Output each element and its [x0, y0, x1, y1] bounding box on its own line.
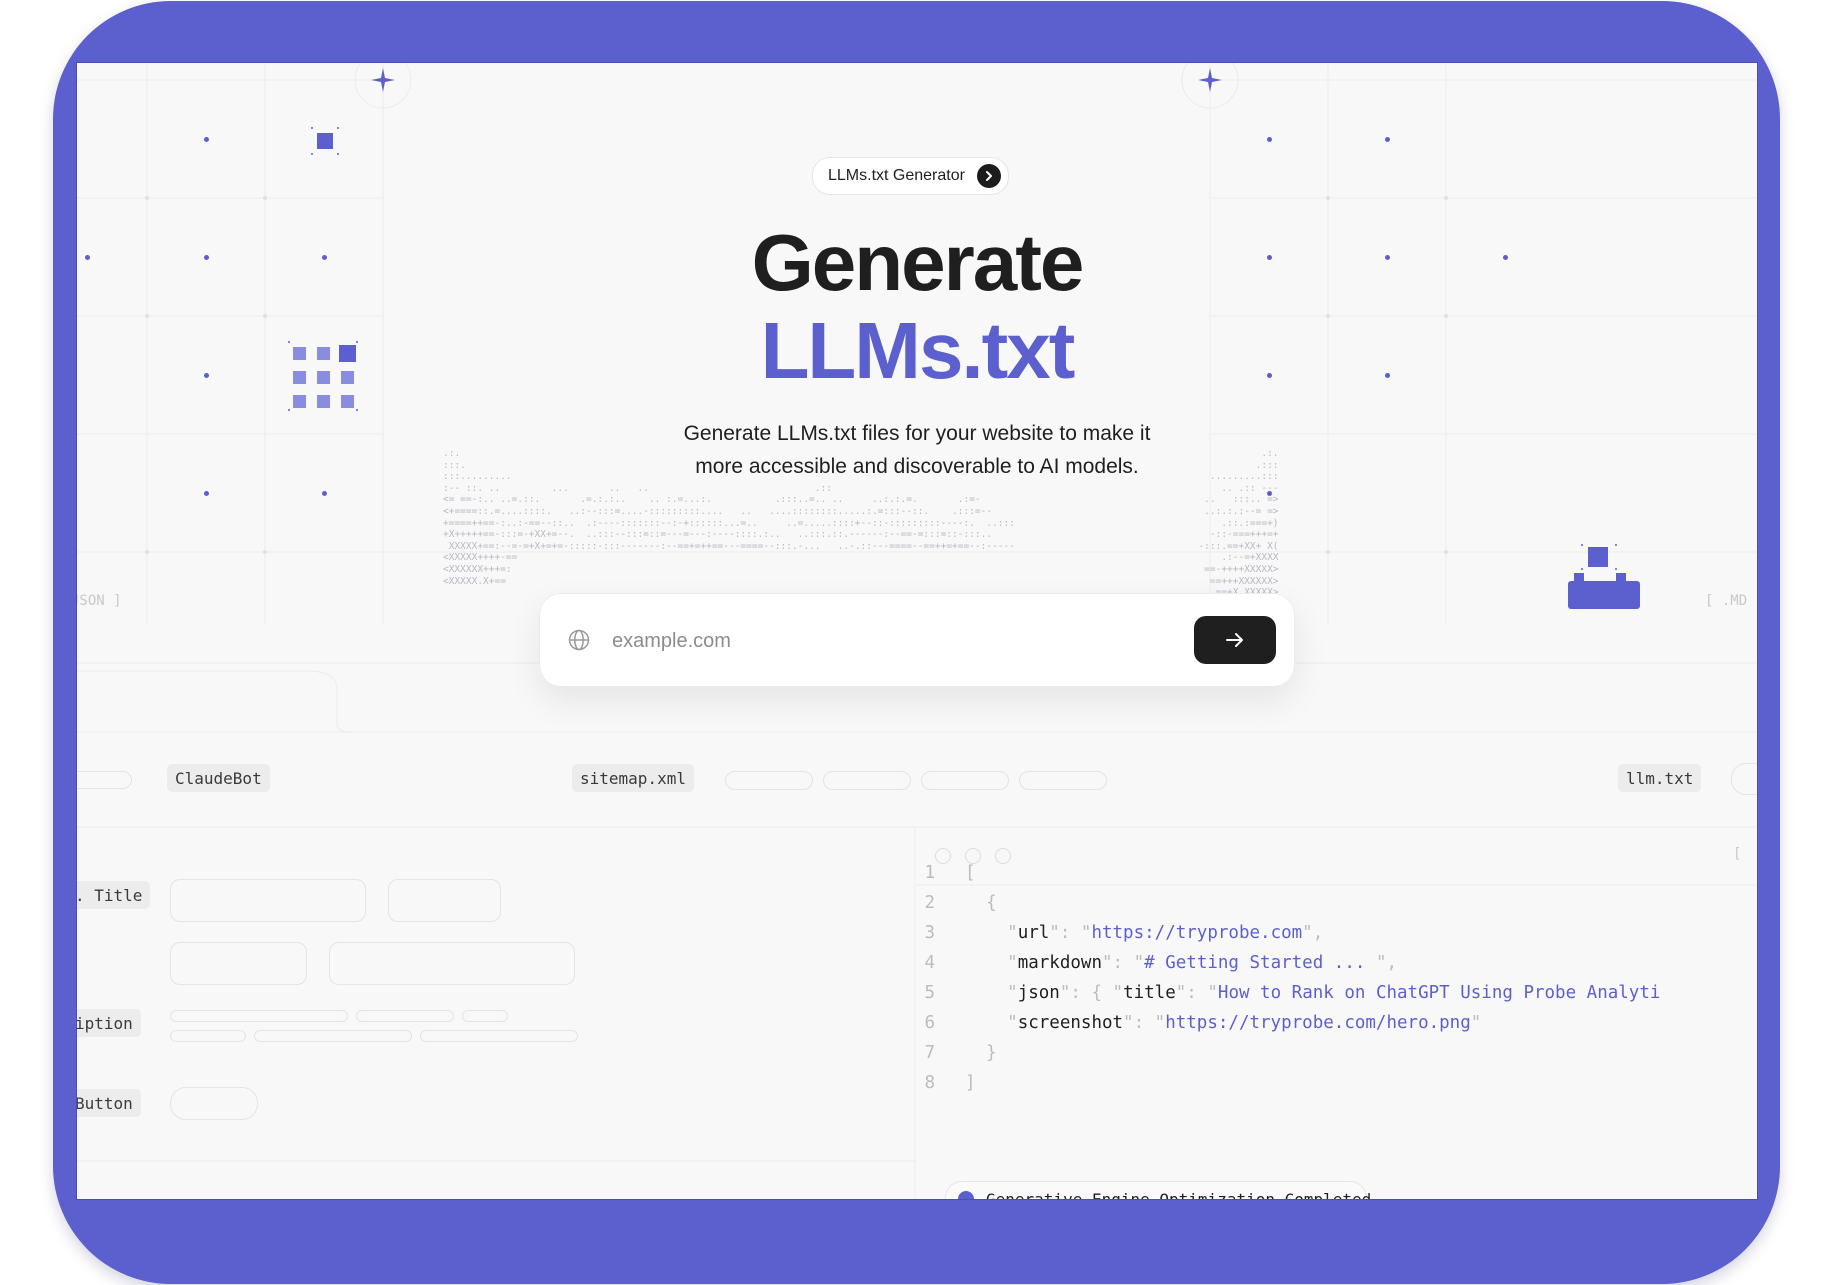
- arrow-right-icon: [1226, 633, 1243, 647]
- placeholder-pill: [823, 771, 911, 790]
- subtitle-line-1: Generate LLMs.txt files for your website…: [683, 422, 1151, 445]
- code-token: ",: [1365, 953, 1398, 973]
- grid-dot: [204, 491, 209, 496]
- code-token: ": [965, 923, 1018, 943]
- form-label-description: iption: [77, 1009, 141, 1037]
- code-token: title: [1123, 983, 1176, 1003]
- code-token: ": [1470, 1013, 1482, 1033]
- code-token: How to Rank on ChatGPT Using Probe Analy…: [1217, 983, 1661, 1003]
- claudebot-chip: ClaudeBot: [167, 764, 270, 792]
- code-token: }: [965, 1043, 997, 1063]
- generator-badge[interactable]: LLMs.txt Generator: [812, 157, 1009, 195]
- placeholder-pill: [420, 1030, 578, 1042]
- badge-label: LLMs.txt Generator: [828, 167, 965, 184]
- placeholder-pill: [170, 1010, 348, 1022]
- generate-submit-button[interactable]: [1194, 616, 1276, 664]
- pixel-character-icon: [1568, 544, 1640, 609]
- subtitle-line-2: more accessible and discoverable to AI m…: [695, 455, 1139, 478]
- ghost-input: [329, 942, 575, 985]
- code-text: "url": "https://tryprobe.com",: [965, 923, 1323, 943]
- code-text: [: [965, 863, 976, 883]
- llm-txt-chip: llm.txt: [1618, 764, 1702, 792]
- code-token: https://tryprobe.com/hero.png: [1165, 1013, 1471, 1033]
- placeholder-pill: [725, 771, 813, 790]
- grid-dot: [1385, 137, 1390, 142]
- ghost-button: [170, 1087, 258, 1120]
- ghost-input: [170, 942, 307, 985]
- code-token: ": ": [1101, 953, 1145, 973]
- code-token: markdown: [1017, 953, 1102, 973]
- screen: JSON ] [ .MD .:. :::. :::......... :-- :…: [76, 62, 1758, 1200]
- form-label-button: Button: [77, 1089, 141, 1117]
- line-number: 2: [924, 893, 935, 913]
- headline-line-2: LLMs.txt: [760, 306, 1076, 395]
- line-number: 6: [924, 1013, 935, 1033]
- code-text: "markdown": "# Getting Started ... ",: [965, 953, 1397, 973]
- search-box: [539, 593, 1295, 687]
- code-token: ": [965, 983, 1018, 1003]
- code-token: url: [1017, 923, 1050, 943]
- placeholder-pill: [462, 1010, 508, 1022]
- hero-subtitle: Generate LLMs.txt files for your website…: [77, 417, 1757, 483]
- status-pill: Generative Engine Optimization Completed: [945, 1181, 1371, 1199]
- status-indicator-icon: [958, 1191, 974, 1199]
- line-number: 8: [924, 1073, 935, 1093]
- code-token: # Getting Started ...: [1144, 953, 1366, 973]
- sparkle-icon: [1198, 68, 1222, 92]
- code-token: ]: [965, 1073, 976, 1093]
- code-text: "json": { "title": "How to Rank on ChatG…: [965, 983, 1660, 1003]
- line-number: 4: [924, 953, 935, 973]
- line-number: 5: [924, 983, 935, 1003]
- grid-dot: [204, 137, 209, 142]
- sparkle-icon: [371, 68, 395, 92]
- chevron-right-icon: [976, 164, 1001, 188]
- globe-icon: [568, 629, 590, 651]
- code-token: ": [965, 953, 1018, 973]
- code-text: "screenshot": "https://tryprobe.com/hero…: [965, 1013, 1481, 1033]
- line-number: 7: [924, 1043, 935, 1063]
- code-token: [: [965, 863, 976, 883]
- status-text: Generative Engine Optimization Completed: [986, 1190, 1372, 1200]
- code-token: ": ": [1123, 1013, 1166, 1033]
- code-token: ": { ": [1059, 983, 1124, 1003]
- placeholder-pill: [921, 771, 1009, 790]
- placeholder-pill: [1731, 763, 1757, 795]
- placeholder-pill: [1019, 771, 1107, 790]
- json-side-label: JSON ]: [76, 593, 122, 609]
- code-text: }: [965, 1043, 997, 1063]
- grid-dot: [322, 491, 327, 496]
- url-input[interactable]: [610, 622, 1134, 660]
- code-token: https://tryprobe.com: [1091, 923, 1303, 943]
- code-token: json: [1017, 983, 1060, 1003]
- code-token: ": ": [1175, 983, 1218, 1003]
- placeholder-pill: [356, 1010, 454, 1022]
- md-side-label: [ .MD: [1705, 593, 1748, 609]
- ghost-input: [170, 879, 366, 922]
- grid-dot: [1267, 137, 1272, 142]
- sitemap-chip: sitemap.xml: [572, 764, 694, 792]
- placeholder-pill: [170, 1030, 246, 1042]
- code-text: ]: [965, 1073, 976, 1093]
- ghost-input: [388, 879, 501, 922]
- code-token: {: [965, 893, 997, 913]
- line-number: 1: [924, 863, 935, 883]
- code-token: ": [965, 1013, 1018, 1033]
- code-text: {: [965, 893, 997, 913]
- headline-line-1: Generate: [751, 218, 1085, 307]
- code-token: screenshot: [1017, 1013, 1124, 1033]
- placeholder-pill: [77, 771, 132, 789]
- form-label-title: . Title: [77, 881, 151, 909]
- code-preview: 1[2 {3 "url": "https://tryprobe.com", 4 "…: [915, 827, 1757, 1199]
- code-token: ",: [1302, 923, 1324, 943]
- placeholder-pill: [254, 1030, 412, 1042]
- code-token: ": ": [1049, 923, 1092, 943]
- pixel-square-icon: [311, 127, 339, 155]
- line-number: 3: [924, 923, 935, 943]
